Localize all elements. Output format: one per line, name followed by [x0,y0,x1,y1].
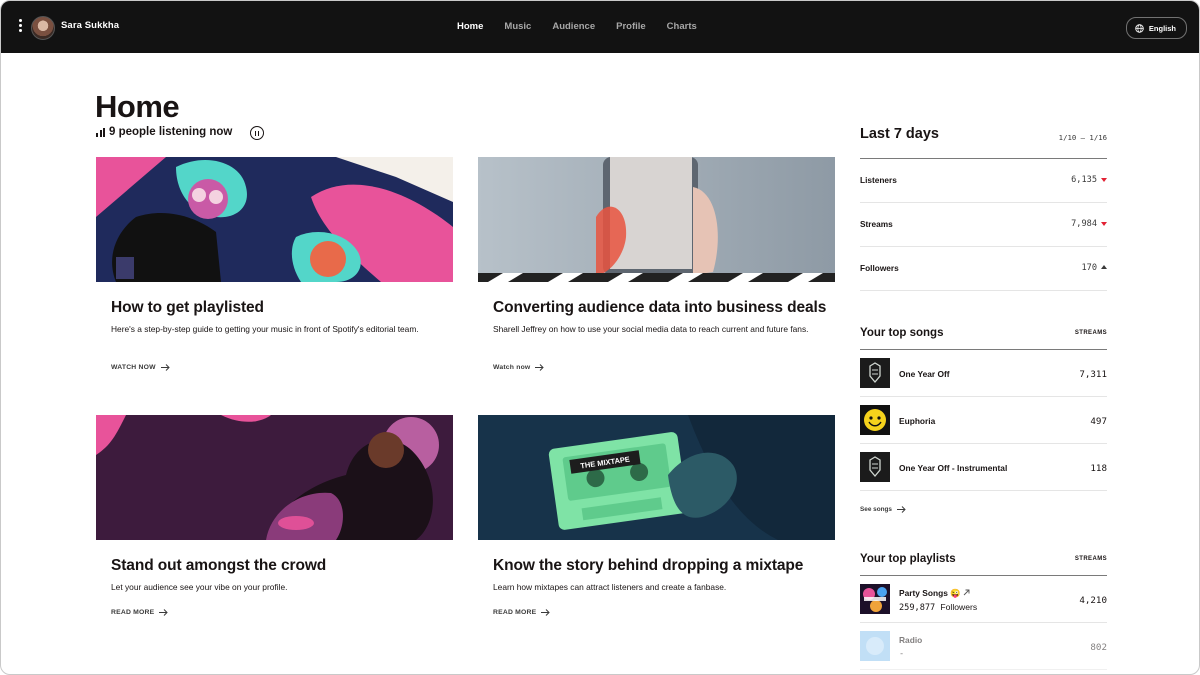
top-playlists-header: Your top playlists STREAMS [860,553,1107,576]
stat-row-streams[interactable]: Streams 7,984 [860,202,1107,247]
column-header: STREAMS [1074,556,1107,562]
stat-value: 6,135 [1071,175,1097,185]
see-songs-link[interactable]: See songs [860,506,906,513]
see-songs-label: See songs [860,506,892,513]
playlist-name-text: Party Songs 😜 [899,588,961,598]
album-art [860,358,890,388]
playlist-row[interactable]: Party Songs 😜 259,877 Followers 4,210 [860,576,1107,623]
nav-home[interactable]: Home [457,21,483,32]
app-window: Sara Sukkha Home Music Audience Profile … [0,0,1200,675]
stat-row-followers[interactable]: Followers 170 [860,246,1107,291]
card-image-playlisted [96,157,453,282]
stat-value: 170 [1081,263,1097,273]
song-row[interactable]: Euphoria 497 [860,397,1107,444]
avatar[interactable] [31,16,55,40]
arrow-right-icon [159,609,169,616]
card-image-audience-data [478,157,835,282]
section-title: Your top playlists [860,553,956,565]
card-cta[interactable]: READ MORE [111,609,169,616]
arrow-right-icon [535,364,545,371]
playlist-followers: - [899,649,905,659]
stats-header: Last 7 days 1/10 – 1/16 [860,126,1107,159]
user-name[interactable]: Sara Sukkha [61,20,119,31]
article-card[interactable]: How to get playlisted Here's a step-by-s… [96,157,453,387]
stat-row-listeners[interactable]: Listeners 6,135 [860,158,1107,203]
followers-count: 259,877 [899,603,936,613]
song-row[interactable]: One Year Off 7,311 [860,350,1107,397]
nav-profile[interactable]: Profile [616,21,646,32]
external-link-icon[interactable] [963,589,970,596]
language-button[interactable]: English [1125,17,1187,39]
song-name: One Year Off [899,369,950,379]
card-cta[interactable]: READ MORE [493,609,551,616]
cta-label: Watch now [493,364,531,371]
card-title[interactable]: How to get playlisted [111,299,264,317]
arrow-right-icon [160,364,170,371]
language-label: English [1148,23,1176,33]
playlist-cover [860,584,890,614]
main-nav: Home Music Audience Profile Charts [457,21,718,32]
stat-label: Followers [860,263,899,273]
cta-label: READ MORE [111,609,155,616]
card-title[interactable]: Know the story behind dropping a mixtape [493,557,803,575]
page-title: Home [95,89,180,124]
song-streams: 497 [1090,416,1107,427]
song-streams: 118 [1090,463,1107,474]
album-art [860,452,890,482]
trend-down-icon [1101,178,1107,182]
stat-value: 7,984 [1071,219,1097,229]
song-streams: 7,311 [1079,369,1107,380]
stat-label: Listeners [860,175,897,185]
column-header: STREAMS [1074,330,1107,336]
song-name: One Year Off - Instrumental [899,463,1008,473]
card-description: Learn how mixtapes can attract listeners… [493,582,727,592]
section-title: Your top songs [860,327,944,339]
card-image-mixtape: THE MIXTAPE [478,415,835,540]
playlist-streams: 802 [1090,642,1107,653]
card-cta[interactable]: Watch now [493,364,545,371]
card-title[interactable]: Converting audience data into business d… [493,299,826,317]
article-card[interactable]: Converting audience data into business d… [478,157,835,387]
nav-music[interactable]: Music [504,21,531,32]
period-range: 1/10 – 1/16 [1058,133,1107,142]
stat-label: Streams [860,219,893,229]
top-songs-header: Your top songs STREAMS [860,327,1107,350]
top-bar: Sara Sukkha Home Music Audience Profile … [1,1,1199,53]
arrow-right-icon [896,506,906,513]
playlist-streams: 4,210 [1079,595,1107,606]
listening-indicator: 9 people listening now [96,126,232,138]
song-row[interactable]: One Year Off - Instrumental 118 [860,444,1107,491]
song-name: Euphoria [899,416,936,426]
arrow-right-icon [541,609,551,616]
cta-label: READ MORE [493,609,537,616]
card-description: Sharell Jeffrey on how to use your socia… [493,324,809,334]
card-cta[interactable]: WATCH NOW [111,364,170,371]
playlist-row[interactable]: Radio - 802 [860,623,1107,670]
playlist-name: Party Songs 😜 [899,588,970,599]
card-description: Here's a step-by-step guide to getting y… [111,324,419,334]
trend-down-icon [1101,222,1107,226]
pause-button[interactable] [250,126,264,140]
card-title[interactable]: Stand out amongst the crowd [111,557,326,575]
card-image-stand-out [96,415,453,540]
article-card[interactable]: Stand out amongst the crowd Let your aud… [96,415,453,625]
globe-icon [1135,23,1144,33]
followers-word: Followers [940,602,978,612]
trend-up-icon [1101,265,1107,269]
article-card[interactable]: THE MIXTAPE Know the story behind droppi… [478,415,835,625]
card-description: Let your audience see your vibe on your … [111,582,288,592]
equalizer-icon [96,127,105,137]
cta-label: WATCH NOW [111,364,156,371]
listening-text: 9 people listening now [109,126,233,138]
nav-charts[interactable]: Charts [667,21,697,32]
playlist-cover [860,631,890,661]
nav-audience[interactable]: Audience [552,21,595,32]
playlist-followers: 259,877 Followers [899,602,977,613]
playlist-name: Radio [899,635,923,645]
album-art [860,405,890,435]
menu-kebab-icon[interactable] [16,19,24,35]
